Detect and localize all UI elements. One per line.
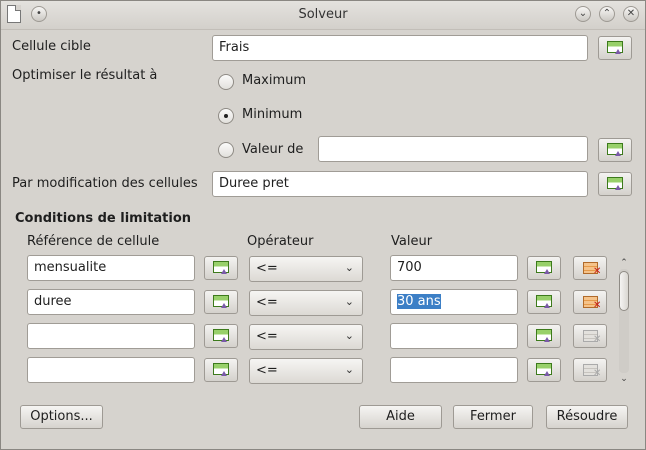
constraint-ref-input[interactable]: duree bbox=[27, 289, 195, 315]
arrow-up-icon bbox=[221, 337, 227, 342]
constraint-operator-select[interactable]: <= ⌄ bbox=[249, 256, 363, 282]
constraint-ref-input[interactable] bbox=[27, 357, 195, 383]
radio-minimum[interactable] bbox=[218, 108, 234, 124]
constraint-value-text: 700 bbox=[397, 260, 422, 275]
chevron-down-icon: ⌄ bbox=[344, 261, 354, 274]
arrow-up-icon bbox=[615, 49, 621, 54]
constraint-operator-select[interactable]: <= ⌄ bbox=[249, 324, 363, 350]
delete-x-icon: ✕ bbox=[593, 368, 602, 379]
constraint-value-input[interactable]: 30 ans bbox=[390, 289, 518, 315]
column-header-operator: Opérateur bbox=[247, 234, 314, 249]
arrow-up-icon bbox=[221, 371, 227, 376]
optimize-label: Optimiser le résultat à bbox=[12, 68, 158, 83]
scroll-up-icon[interactable]: ⌃ bbox=[617, 257, 631, 269]
radio-maximum-label: Maximum bbox=[242, 73, 307, 88]
radio-value-of-label: Valeur de bbox=[242, 142, 304, 157]
delete-constraint-button-disabled: ✕ bbox=[573, 324, 607, 348]
constraint-value-pick-button[interactable] bbox=[527, 358, 561, 382]
delete-x-icon: ✕ bbox=[593, 300, 602, 311]
constraint-ref-pick-button[interactable] bbox=[204, 290, 238, 314]
constraint-ref-pick-button[interactable] bbox=[204, 256, 238, 280]
radio-maximum[interactable] bbox=[218, 74, 234, 90]
minimize-icon[interactable]: ⌄ bbox=[575, 6, 591, 22]
scroll-down-icon[interactable]: ⌄ bbox=[617, 373, 631, 385]
constraint-operator-select[interactable]: <= ⌄ bbox=[249, 358, 363, 384]
operator-value: <= bbox=[256, 363, 278, 378]
window-title: Solveur bbox=[298, 7, 348, 22]
close-icon[interactable]: ✕ bbox=[623, 6, 639, 22]
arrow-up-icon bbox=[615, 185, 621, 190]
constraint-ref-input[interactable] bbox=[27, 323, 195, 349]
value-of-input[interactable] bbox=[318, 136, 588, 162]
delete-x-icon: ✕ bbox=[593, 266, 602, 277]
arrow-up-icon bbox=[544, 337, 550, 342]
operator-value: <= bbox=[256, 295, 278, 310]
constraints-scrollbar[interactable]: ⌃ ⌄ bbox=[617, 257, 631, 385]
column-header-reference: Référence de cellule bbox=[27, 234, 160, 249]
delete-constraint-button[interactable]: ✕ bbox=[573, 290, 607, 314]
chevron-down-icon: ⌄ bbox=[344, 295, 354, 308]
changing-cells-input[interactable]: Duree pret bbox=[212, 171, 588, 197]
solve-button[interactable]: Résoudre bbox=[546, 405, 628, 429]
target-cell-input[interactable]: Frais bbox=[212, 35, 588, 61]
column-header-value: Valeur bbox=[391, 234, 433, 249]
changing-cells-pick-button[interactable] bbox=[598, 172, 632, 196]
constraint-value-input[interactable]: 700 bbox=[390, 255, 518, 281]
constraint-ref-pick-button[interactable] bbox=[204, 324, 238, 348]
radio-minimum-label: Minimum bbox=[242, 107, 303, 122]
close-button[interactable]: Fermer bbox=[453, 405, 533, 429]
arrow-up-icon bbox=[544, 303, 550, 308]
delete-constraint-button-disabled: ✕ bbox=[573, 358, 607, 382]
target-cell-label: Cellule cible bbox=[12, 39, 91, 54]
operator-value: <= bbox=[256, 329, 278, 344]
arrow-up-icon bbox=[544, 269, 550, 274]
delete-constraint-button[interactable]: ✕ bbox=[573, 256, 607, 280]
maximize-icon[interactable]: ⌃ bbox=[599, 6, 615, 22]
options-button[interactable]: Options... bbox=[20, 405, 103, 429]
constraint-value-pick-button[interactable] bbox=[527, 324, 561, 348]
arrow-up-icon bbox=[544, 371, 550, 376]
changing-cells-label: Par modification des cellules bbox=[12, 176, 198, 191]
arrow-up-icon bbox=[221, 303, 227, 308]
constraint-value-text-selected: 30 ans bbox=[397, 294, 441, 309]
help-button[interactable]: Aide bbox=[359, 405, 442, 429]
solver-dialog: • Solveur ⌄ ⌃ ✕ Cellule cible Frais Opti… bbox=[0, 0, 646, 450]
scroll-thumb[interactable] bbox=[619, 271, 629, 311]
constraint-operator-select[interactable]: <= ⌄ bbox=[249, 290, 363, 316]
delete-x-icon: ✕ bbox=[593, 334, 602, 345]
arrow-up-icon bbox=[615, 151, 621, 156]
radio-dot bbox=[224, 114, 228, 118]
constraint-value-input[interactable] bbox=[390, 323, 518, 349]
title-bar: • Solveur ⌄ ⌃ ✕ bbox=[1, 1, 645, 30]
operator-value: <= bbox=[256, 261, 278, 276]
arrow-up-icon bbox=[221, 269, 227, 274]
chevron-down-icon: ⌄ bbox=[344, 329, 354, 342]
value-of-pick-button[interactable] bbox=[598, 138, 632, 162]
constraint-ref-input[interactable]: mensualite bbox=[27, 255, 195, 281]
constraint-value-input[interactable] bbox=[390, 357, 518, 383]
chevron-down-icon: ⌄ bbox=[344, 363, 354, 376]
target-cell-pick-button[interactable] bbox=[598, 36, 632, 60]
constraint-ref-pick-button[interactable] bbox=[204, 358, 238, 382]
constraint-value-pick-button[interactable] bbox=[527, 290, 561, 314]
radio-value-of[interactable] bbox=[218, 142, 234, 158]
constraint-value-pick-button[interactable] bbox=[527, 256, 561, 280]
constraints-heading: Conditions de limitation bbox=[15, 211, 192, 226]
